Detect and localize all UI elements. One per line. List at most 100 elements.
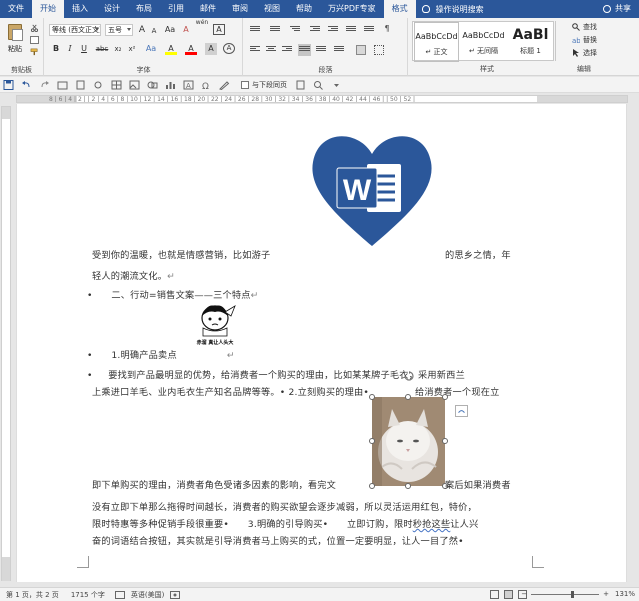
style-normal[interactable]: AaBbCcDd ↵ 正文 <box>414 22 459 62</box>
tab-help[interactable]: 帮助 <box>288 0 320 18</box>
subscript-button[interactable]: x₂ <box>113 43 123 55</box>
zoom-level[interactable]: 131% <box>615 590 635 598</box>
font-size-select[interactable]: 五号 <box>105 24 133 36</box>
align-right-icon[interactable] <box>282 46 292 54</box>
resize-handle[interactable] <box>442 394 448 400</box>
table-icon[interactable] <box>111 80 122 90</box>
strikethrough-button[interactable]: abc <box>95 43 109 55</box>
shapes-icon[interactable] <box>147 80 158 90</box>
highlight-button[interactable]: A <box>165 43 177 55</box>
print-preview-icon[interactable] <box>93 80 104 90</box>
cat-photo-image[interactable] <box>372 397 445 486</box>
resize-handle[interactable] <box>442 438 448 444</box>
styles-scroll[interactable] <box>555 21 563 61</box>
language-indicator[interactable]: 英语(美国) <box>131 590 164 600</box>
shrink-font-button[interactable]: A <box>149 25 159 37</box>
resize-handle[interactable] <box>369 483 375 489</box>
word-count[interactable]: 1715 个字 <box>71 590 105 600</box>
italic-button[interactable]: I <box>65 43 75 55</box>
clear-format-button[interactable]: A <box>181 24 191 36</box>
select-button[interactable]: 选择 <box>572 48 597 58</box>
font-name-select[interactable]: 等线 (西文正文) <box>49 24 101 36</box>
vertical-ruler[interactable] <box>1 106 11 581</box>
increase-indent-icon[interactable] <box>328 26 338 34</box>
justify-icon[interactable] <box>298 44 311 56</box>
document-page[interactable]: W 受到你的温暖，也就是情感营销，比如游子 的思乡之情，年 轻人的潮流文化。↵ … <box>16 104 627 582</box>
sort-icon[interactable] <box>364 26 374 34</box>
char-shading-button[interactable]: A <box>205 43 217 55</box>
font-color-button[interactable]: A <box>185 43 197 55</box>
picture-icon[interactable] <box>129 80 140 90</box>
tab-view[interactable]: 视图 <box>256 0 288 18</box>
tab-references[interactable]: 引用 <box>160 0 192 18</box>
print-layout-icon[interactable] <box>504 590 513 599</box>
tab-layout[interactable]: 布局 <box>128 0 160 18</box>
redo-icon[interactable] <box>39 80 50 90</box>
open-icon[interactable] <box>57 80 68 90</box>
borders-icon[interactable] <box>374 45 384 55</box>
read-mode-icon[interactable] <box>490 590 499 599</box>
char-border-button[interactable]: A <box>213 24 225 35</box>
text-effects-button[interactable]: Aa <box>145 43 157 55</box>
underline-button[interactable]: U <box>79 43 89 55</box>
chinese-layout-icon[interactable] <box>346 26 356 34</box>
tab-format[interactable]: 格式 <box>383 0 416 18</box>
replace-button[interactable]: ab 替换 <box>572 35 597 45</box>
tab-pdf-expert[interactable]: 万兴PDF专家 <box>320 0 384 18</box>
resize-handle[interactable] <box>405 483 411 489</box>
zoom-icon[interactable] <box>313 80 324 90</box>
find-button[interactable]: 查找 <box>572 22 597 32</box>
align-left-icon[interactable] <box>250 46 260 54</box>
line-spacing-icon[interactable] <box>334 46 344 54</box>
resize-handle[interactable] <box>405 394 411 400</box>
zoom-slider-thumb[interactable] <box>571 590 575 598</box>
bullets-icon[interactable] <box>250 26 260 34</box>
tab-mailings[interactable]: 邮件 <box>192 0 224 18</box>
rotate-handle-icon[interactable] <box>404 371 414 381</box>
zoom-out-icon[interactable]: − <box>521 590 527 598</box>
superscript-button[interactable]: x² <box>127 43 137 55</box>
keep-with-next-checkbox[interactable]: 与下段同页 <box>241 80 287 90</box>
bold-button[interactable]: B <box>51 43 61 55</box>
numbering-icon[interactable] <box>270 26 280 34</box>
spelling-flag-text[interactable]: 秒抢这些 <box>413 519 451 530</box>
tab-home[interactable]: 开始 <box>32 0 64 18</box>
show-marks-icon[interactable]: ¶ <box>382 23 392 35</box>
draw-icon[interactable] <box>219 80 230 90</box>
resize-handle[interactable] <box>369 394 375 400</box>
phonetic-guide-button[interactable]: wén <box>195 20 209 32</box>
cat-image-selection[interactable] <box>369 371 448 489</box>
horizontal-ruler[interactable]: 8 | 6 | 4 | 2 | | 2 | 4 | 6 | 8 | 10 | 1… <box>0 94 639 104</box>
style-no-spacing[interactable]: AaBbCcDd ↵ 无间隔 <box>461 22 506 62</box>
scissors-icon[interactable] <box>30 24 39 32</box>
tab-design[interactable]: 设计 <box>96 0 128 18</box>
customize-qat-icon[interactable] <box>331 80 342 90</box>
enclose-char-button[interactable]: A <box>223 43 235 54</box>
tab-insert[interactable]: 插入 <box>64 0 96 18</box>
macro-record-icon[interactable] <box>170 590 181 599</box>
tab-file[interactable]: 文件 <box>0 0 32 18</box>
document-area[interactable]: W 受到你的温暖，也就是情感营销，比如游子 的思乡之情，年 轻人的潮流文化。↵ … <box>12 104 639 582</box>
tab-review[interactable]: 审阅 <box>224 0 256 18</box>
align-center-icon[interactable] <box>266 46 276 54</box>
tell-me-search[interactable]: 操作说明搜索 <box>421 4 484 15</box>
symbol-icon[interactable]: Ω <box>201 80 212 90</box>
zoom-in-icon[interactable]: + <box>603 590 609 598</box>
text-box-icon[interactable]: A <box>183 80 194 90</box>
distributed-icon[interactable] <box>316 46 326 54</box>
style-heading-1[interactable]: AaBl 标题 1 <box>508 22 553 62</box>
word-heart-logo-image[interactable]: W <box>307 124 437 250</box>
grow-font-button[interactable]: A <box>137 24 147 36</box>
layout-options-icon[interactable] <box>455 405 468 417</box>
share-button[interactable]: 共享 <box>603 0 631 18</box>
decrease-indent-icon[interactable] <box>310 26 320 34</box>
multilevel-list-icon[interactable] <box>290 26 300 34</box>
format-painter-icon[interactable] <box>30 48 39 56</box>
resize-handle[interactable] <box>369 438 375 444</box>
page-icon[interactable] <box>295 80 306 90</box>
undo-icon[interactable] <box>21 80 32 90</box>
change-case-button[interactable]: Aa <box>163 24 177 36</box>
new-document-icon[interactable] <box>75 80 86 90</box>
page-count[interactable]: 第 1 页，共 2 页 <box>6 590 59 600</box>
copy-icon[interactable] <box>30 36 39 44</box>
